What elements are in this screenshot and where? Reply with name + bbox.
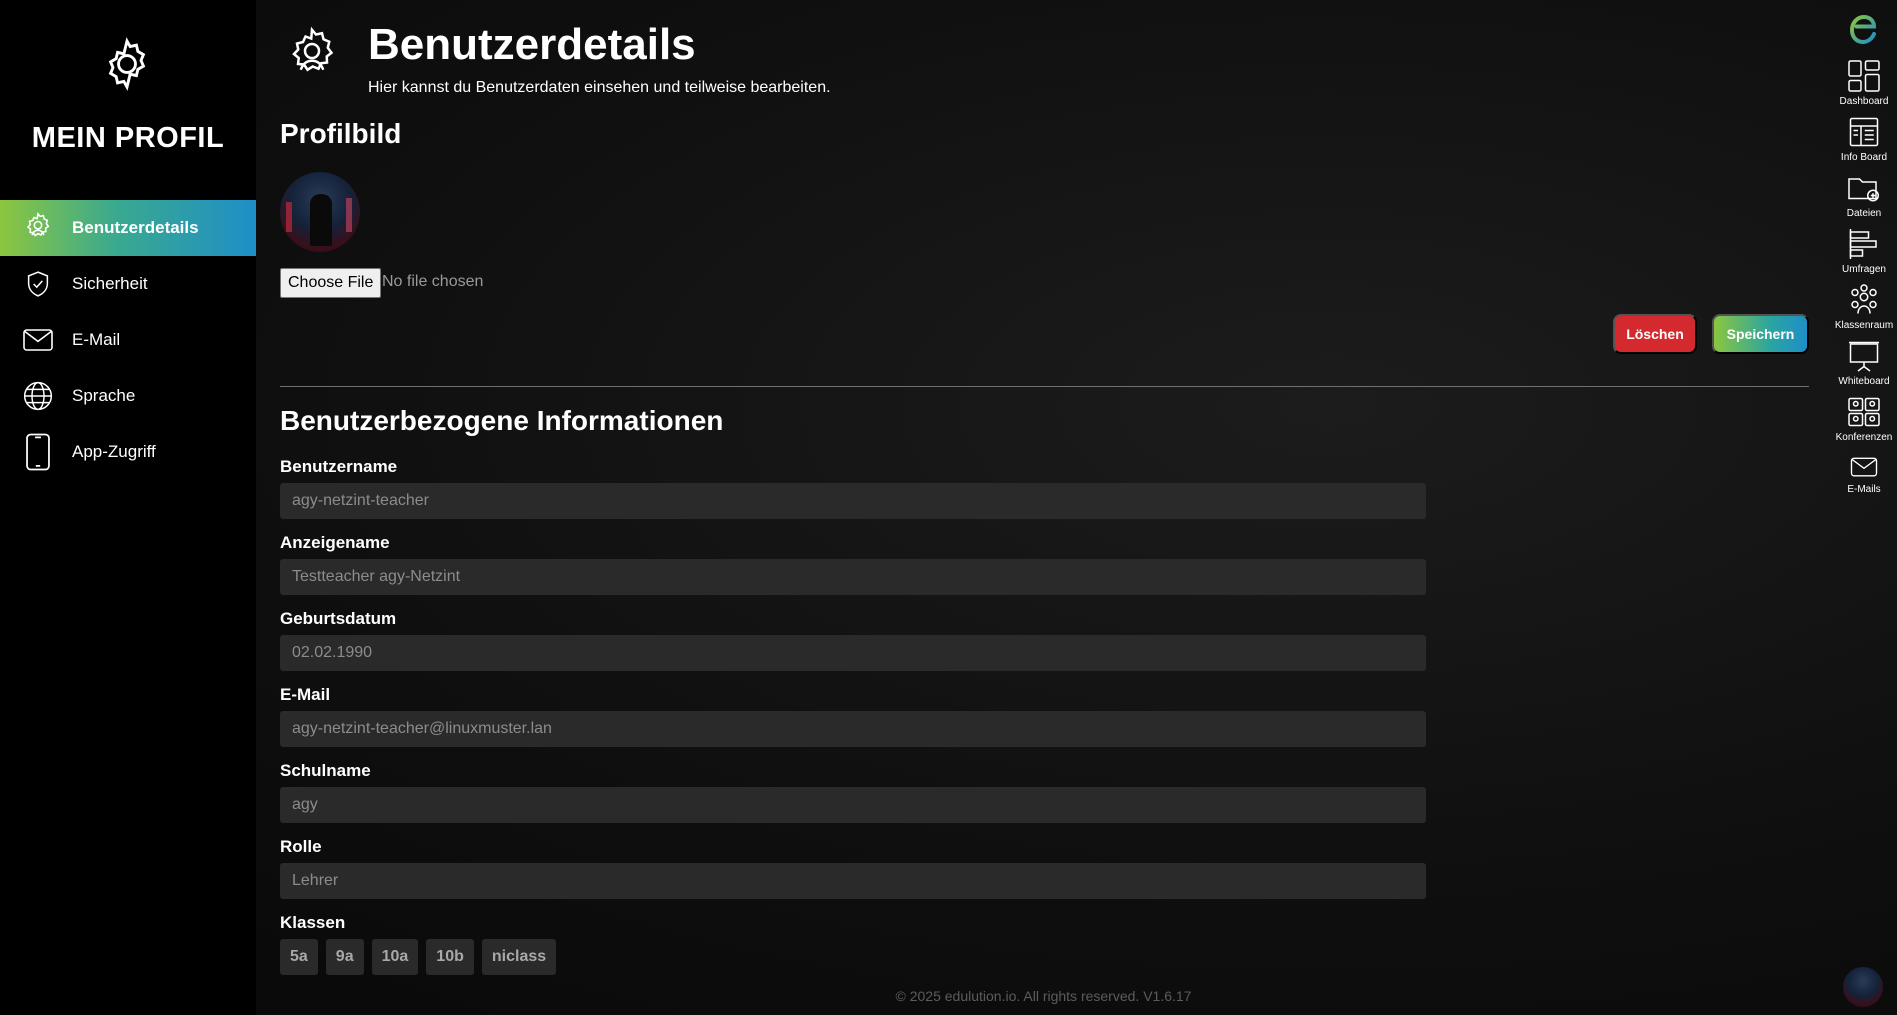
classes-list: 5a 9a 10a 10b niclass [280,939,557,975]
sidebar-item-sicherheit[interactable]: Sicherheit [0,256,256,312]
class-chip: 10b [426,939,474,975]
delete-button[interactable]: Löschen [1613,314,1697,354]
user-info-heading: Benutzerbezogene Informationen [280,405,724,436]
class-chip: 9a [325,939,364,975]
sidebar-item-label: Sicherheit [72,274,148,293]
rail-item-klassenraum[interactable]: Klassenraum [1831,282,1897,331]
school-name-field: agy [280,787,1426,823]
sidebar-item-label: Sprache [72,386,136,405]
mail-icon [1850,457,1878,477]
rail-label: Dashboard [1839,96,1889,107]
globe-icon [18,376,58,416]
display-name-field: Testteacher agy-Netzint [280,559,1426,595]
school-name-label: Schulname [280,761,371,780]
class-chip: 5a [280,939,318,975]
rail-label: Dateien [1846,208,1882,219]
email-field: agy-netzint-teacher@linuxmuster.lan [280,711,1426,747]
sidebar-item-label: E-Mail [72,330,121,349]
shield-check-icon [18,264,58,304]
main-content: Benutzerdetails Hier kannst du Benutzerd… [256,0,1831,1015]
whiteboard-icon [1849,341,1879,372]
dashboard-icon [1848,60,1880,92]
role-label: Rolle [280,837,322,856]
user-gear-icon [18,208,58,248]
rail-label: Info Board [1840,152,1888,163]
sidebar-item-label: App-Zugriff [72,442,156,461]
conferences-icon [1848,397,1880,427]
rail-item-dashboard[interactable]: Dashboard [1831,58,1897,107]
page-subtitle: Hier kannst du Benutzerdaten einsehen un… [368,79,831,96]
rail-label: Umfragen [1842,264,1886,275]
rail-item-konferenzen[interactable]: Konferenzen [1831,394,1897,443]
rail-item-dateien[interactable]: Dateien [1831,170,1897,219]
save-button[interactable]: Speichern [1712,314,1809,354]
display-name-label: Anzeigename [280,533,390,552]
sidebar-item-email[interactable]: E-Mail [0,312,256,368]
page-title: Benutzerdetails [368,20,696,69]
rail-item-whiteboard[interactable]: Whiteboard [1831,338,1897,387]
class-chip: 10a [371,939,419,975]
file-status: No file chosen [382,273,484,290]
sidebar-item-label: Benutzerdetails [72,218,199,237]
classes-label: Klassen [280,913,346,932]
surveys-icon [1849,229,1877,259]
email-label: E-Mail [280,685,331,704]
sidebar-item-app-zugriff[interactable]: App-Zugriff [0,424,256,480]
tablet-icon [18,432,58,472]
role-field: Lehrer [280,863,1426,899]
profile-sidebar: MEIN PROFIL Benutzerdetails Sicherheit E… [0,0,256,1015]
username-label: Benutzername [280,457,398,476]
rail-item-info-board[interactable]: Info Board [1831,114,1897,163]
app-rail: Dashboard Info Board Dateien Umfragen Kl… [1831,0,1897,1015]
user-gear-icon [292,26,334,72]
files-icon [1848,178,1879,202]
class-chip: niclass [481,939,557,975]
rail-item-emails[interactable]: E-Mails [1831,452,1897,495]
birthdate-label: Geburtsdatum [280,609,397,628]
classroom-icon [1851,284,1877,314]
rail-item-umfragen[interactable]: Umfragen [1831,226,1897,275]
info-board-icon [1849,117,1879,147]
sidebar-title: MEIN PROFIL [31,122,225,154]
user-avatar[interactable] [1843,967,1883,1007]
rail-label: Konferenzen [1835,432,1893,443]
sidebar-item-benutzerdetails[interactable]: Benutzerdetails [0,200,256,256]
divider [280,386,1809,387]
gear-icon [108,37,146,91]
rail-label: Whiteboard [1838,376,1890,387]
avatar [280,172,360,252]
rail-label: Klassenraum [1834,320,1894,331]
mail-icon [18,320,58,360]
profile-picture-heading: Profilbild [280,118,402,149]
choose-file-button[interactable]: Choose File [280,268,382,298]
footer-copyright: © 2025 edulution.io. All rights reserved… [895,988,1192,1004]
edulution-logo-icon[interactable] [1848,12,1880,46]
rail-label: E-Mails [1847,484,1881,495]
username-field: agy-netzint-teacher [280,483,1426,519]
birthdate-field: 02.02.1990 [280,635,1426,671]
sidebar-item-sprache[interactable]: Sprache [0,368,256,424]
